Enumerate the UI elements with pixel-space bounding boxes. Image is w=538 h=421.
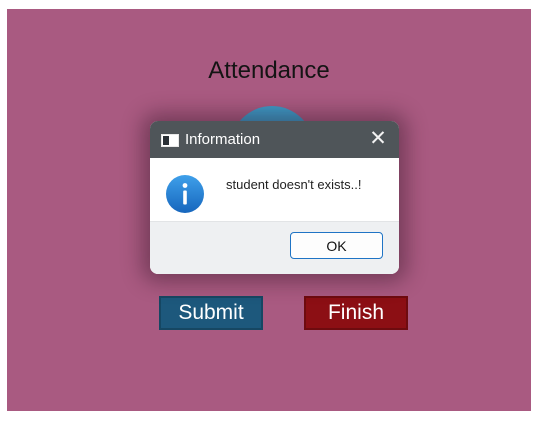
dialog-message: student doesn't exists..! xyxy=(226,177,362,192)
information-dialog: Information ✕ student doesn't exists..! … xyxy=(150,121,399,274)
dialog-titlebar[interactable]: Information ✕ xyxy=(150,121,399,158)
page-title: Attendance xyxy=(208,57,330,84)
ok-button[interactable]: OK xyxy=(290,232,383,259)
app-window-icon xyxy=(161,134,179,147)
dialog-body: student doesn't exists..! xyxy=(150,158,399,221)
info-icon xyxy=(166,175,204,213)
finish-button[interactable]: Finish xyxy=(304,296,408,330)
dialog-title: Information xyxy=(185,131,261,148)
close-icon[interactable]: ✕ xyxy=(367,128,389,150)
submit-button[interactable]: Submit xyxy=(159,296,263,330)
dialog-footer: OK xyxy=(150,221,399,274)
